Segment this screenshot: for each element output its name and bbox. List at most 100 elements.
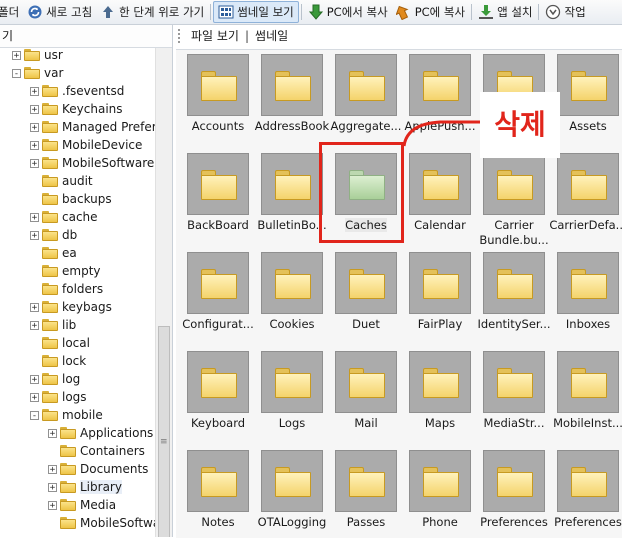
expand-icon[interactable]: +	[12, 50, 21, 60]
folder-tree[interactable]: + usr - var + .fseventsd + Keychains + Managed Pr…	[0, 48, 155, 537]
folder-tile[interactable]: Inboxes	[551, 250, 622, 346]
tree-item[interactable]: lock	[30, 352, 86, 370]
tree-item-label: keybags	[62, 300, 112, 314]
tree-item[interactable]: + Keychains	[30, 100, 123, 118]
tree-item[interactable]: + keybags	[30, 298, 112, 316]
tree-item[interactable]: audit	[30, 172, 93, 190]
thumbnail-view-button[interactable]: 썸네일 보기	[213, 1, 299, 23]
scrollbar-thumb[interactable]	[158, 326, 170, 537]
tree-item[interactable]: + Managed Preferences	[30, 118, 155, 136]
folder-tile[interactable]: Logs	[255, 349, 329, 445]
thumbnail-frame	[483, 153, 545, 215]
folder-tile[interactable]: Maps	[403, 349, 477, 445]
tree-item-label: Containers	[80, 444, 145, 458]
folder-tile[interactable]: MobileInst...	[551, 349, 622, 445]
folder-tile[interactable]: Preferences	[477, 448, 551, 538]
expand-icon[interactable]: +	[30, 320, 39, 330]
tree-vertical-scrollbar[interactable]: ≡	[155, 48, 172, 537]
folder-tile[interactable]: ApplePush...	[403, 52, 477, 148]
tree-item[interactable]: ea	[30, 244, 77, 262]
tree-item[interactable]: Containers	[48, 442, 145, 460]
folder-tile[interactable]: CarrierDefa...	[549, 151, 622, 247]
tree-item-label: audit	[62, 174, 93, 188]
tree-item[interactable]: + Applications	[48, 424, 153, 442]
expand-icon[interactable]: +	[30, 104, 39, 114]
tree-item[interactable]: folders	[30, 280, 103, 298]
tree-item[interactable]: MobileSoftwareUpdate	[48, 514, 155, 532]
folder-icon	[42, 229, 58, 241]
tree-item[interactable]: + cache	[30, 208, 98, 226]
folder-tile[interactable]: BackBoard	[181, 151, 255, 247]
tree-item[interactable]: + .fseventsd	[30, 82, 124, 100]
folder-tile[interactable]: Phone	[403, 448, 477, 538]
folder-icon	[201, 170, 237, 200]
expand-icon[interactable]: +	[30, 212, 39, 222]
expand-icon[interactable]: +	[48, 500, 57, 510]
folder-tile[interactable]: Cookies	[255, 250, 329, 346]
folder-tile[interactable]: BulletinBo...	[255, 151, 329, 247]
tree-item[interactable]: backups	[30, 190, 112, 208]
folder-label-text: Aggregate...	[330, 119, 402, 133]
tree-item[interactable]: + log	[30, 370, 80, 388]
tree-item[interactable]: + db	[30, 226, 77, 244]
tree-item[interactable]: + logs	[30, 388, 87, 406]
folder-tile[interactable]: Passes	[329, 448, 403, 538]
tree-item[interactable]: + MobileSoftwareUpdate	[30, 154, 155, 172]
tasks-button[interactable]: 작업	[541, 1, 589, 23]
folder-tile[interactable]: Accounts	[181, 52, 255, 148]
folder-label: Aggregate...	[327, 119, 405, 134]
tree-item[interactable]: + Documents	[48, 460, 148, 478]
folder-tile[interactable]: AddressBook	[255, 52, 329, 148]
tree-item[interactable]: - mobile	[30, 406, 103, 424]
tree-item-label: cache	[62, 210, 98, 224]
tree-item[interactable]: local	[30, 334, 90, 352]
tree-item[interactable]: empty	[30, 262, 101, 280]
tree-item[interactable]: - var	[12, 64, 63, 82]
expand-icon[interactable]: +	[30, 158, 39, 168]
folder-tile[interactable]: MediaStr...	[477, 349, 551, 445]
folder-icon	[42, 85, 58, 97]
file-view-tab[interactable]: 파일 보기	[191, 25, 239, 47]
tree-item[interactable]: + Library	[48, 478, 122, 496]
thumbnail-grid-icon	[218, 4, 234, 20]
expand-icon[interactable]: +	[48, 464, 57, 474]
folder-tile[interactable]: OTALogging	[255, 448, 329, 538]
folder-icon	[60, 499, 76, 511]
tree-item[interactable]: + lib	[30, 316, 76, 334]
folder-tile[interactable]: Carrier Bundle.bu...	[477, 151, 551, 247]
expand-icon[interactable]: +	[30, 86, 39, 96]
expand-icon[interactable]: +	[30, 230, 39, 240]
thumbnail-frame	[557, 351, 619, 413]
refresh-button[interactable]: 새로 고침	[23, 1, 96, 23]
install-app-button[interactable]: 앱 설치	[474, 1, 536, 23]
tree-item[interactable]: + Media	[48, 496, 116, 514]
up-level-button[interactable]: 한 단계 위로 가기	[96, 1, 208, 23]
folder-tile[interactable]: Calendar	[403, 151, 477, 247]
expand-icon[interactable]: +	[48, 482, 57, 492]
thumbnail-tab[interactable]: 썸네일	[255, 25, 288, 47]
expand-icon[interactable]: +	[30, 374, 39, 384]
folder-tile[interactable]: Aggregate...	[329, 52, 403, 148]
folder-tile[interactable]: Keyboard	[181, 349, 255, 445]
tree-item[interactable]: + usr	[12, 48, 63, 64]
expand-icon[interactable]: +	[30, 140, 39, 150]
expand-icon[interactable]: +	[30, 392, 39, 402]
expand-icon[interactable]: +	[30, 122, 39, 132]
expand-icon[interactable]: +	[30, 302, 39, 312]
folder-tile[interactable]: Duet	[329, 250, 403, 346]
expand-icon[interactable]: +	[48, 428, 57, 438]
folder-tile[interactable]: Notes	[181, 448, 255, 538]
folder-tile[interactable]: Configurat...	[181, 250, 255, 346]
copy-from-pc-button[interactable]: PC에서 복사	[304, 1, 392, 23]
folder-button[interactable]: 폴더	[0, 1, 23, 23]
toolbar-separator	[471, 4, 473, 20]
collapse-icon[interactable]: -	[30, 410, 39, 420]
folder-tile[interactable]: IdentitySer...	[477, 250, 551, 346]
collapse-icon[interactable]: -	[12, 68, 21, 78]
folder-tile[interactable]: FairPlay	[403, 250, 477, 346]
folder-tile[interactable]: Preferences	[551, 448, 622, 538]
tree-item[interactable]: + MobileDevice	[30, 136, 142, 154]
copy-to-pc-button[interactable]: PC에 복사	[392, 1, 469, 23]
folder-tile[interactable]: Assets	[551, 52, 622, 148]
folder-tile[interactable]: Mail	[329, 349, 403, 445]
